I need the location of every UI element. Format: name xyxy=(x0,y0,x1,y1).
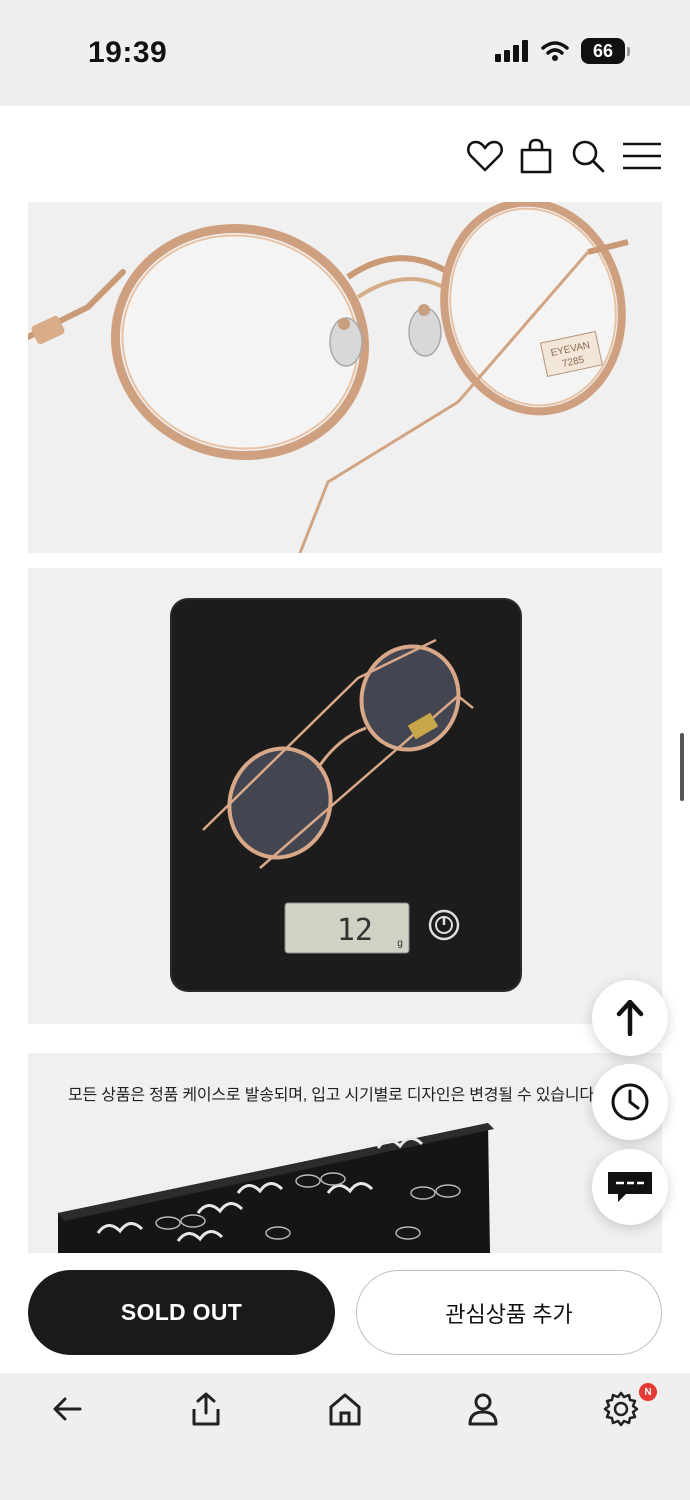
wifi-icon xyxy=(541,41,569,61)
signal-icon xyxy=(495,40,528,62)
settings-notification-badge: N xyxy=(639,1383,657,1401)
menu-icon[interactable] xyxy=(622,136,662,176)
back-icon[interactable] xyxy=(50,1391,86,1427)
purchase-action-bar: SOLD OUT 관심상품 추가 xyxy=(0,1253,690,1373)
search-icon[interactable] xyxy=(568,136,608,176)
chat-button[interactable] xyxy=(592,1149,668,1225)
battery-level: 66 xyxy=(581,38,625,64)
settings-icon[interactable] xyxy=(603,1391,639,1427)
chat-icon xyxy=(608,1172,652,1202)
shopping-bag-icon[interactable] xyxy=(516,136,556,176)
recent-history-button[interactable] xyxy=(592,1064,668,1140)
battery-indicator: 66 xyxy=(581,38,630,64)
scale-illustration: 12 g xyxy=(170,598,522,992)
browser-bottom-nav xyxy=(0,1373,690,1500)
scroll-indicator xyxy=(680,733,684,801)
product-image-glasses-closeup: EYEVAN 7285 xyxy=(28,202,662,553)
product-image-weight-scale: 12 g xyxy=(28,568,662,1024)
share-icon[interactable] xyxy=(188,1391,224,1427)
case-box-illustration xyxy=(58,1123,494,1253)
arrow-up-icon xyxy=(616,1000,644,1036)
heart-icon[interactable] xyxy=(465,136,505,176)
add-to-wishlist-button[interactable]: 관심상품 추가 xyxy=(356,1270,662,1355)
home-icon[interactable] xyxy=(327,1391,363,1427)
sold-out-button[interactable]: SOLD OUT xyxy=(28,1270,335,1355)
status-icons: 66 xyxy=(495,38,630,64)
glasses-closeup-illustration: EYEVAN 7285 xyxy=(28,202,629,553)
scale-reading: 12 xyxy=(337,913,373,948)
shop-header xyxy=(0,106,690,202)
scale-unit: g xyxy=(397,938,403,949)
battery-cap xyxy=(627,46,630,56)
clock-icon xyxy=(611,1083,649,1121)
status-time: 19:39 xyxy=(88,36,168,69)
account-icon[interactable] xyxy=(465,1391,501,1427)
status-bar: 19:39 66 xyxy=(0,0,690,106)
product-image-packaging: 모든 상품은 정품 케이스로 발송되며, 입고 시기별로 디자인은 변경될 수 … xyxy=(28,1053,662,1253)
scroll-top-button[interactable] xyxy=(592,980,668,1056)
